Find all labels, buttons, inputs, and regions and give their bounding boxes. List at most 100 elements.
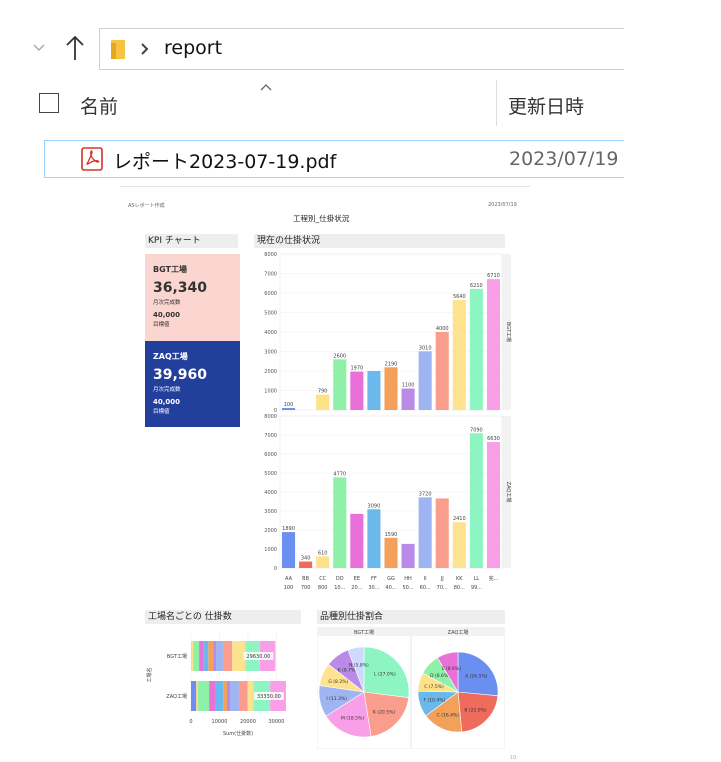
bar-segment (238, 681, 248, 711)
kpi-value-label: 月次完成数 (153, 300, 181, 306)
x-tick-label: KK (456, 576, 463, 582)
bar (486, 279, 500, 410)
address-bar[interactable]: report (99, 28, 624, 70)
bar-segment (209, 681, 216, 711)
y-axis-label: 工場名 (146, 667, 153, 682)
kpi-value: 39,960 (153, 367, 208, 383)
bar-segment (199, 641, 204, 671)
data-label: 6630 (487, 436, 500, 442)
recent-locations-chevron-icon[interactable] (32, 40, 46, 54)
x-tick-sublabel: 60... (420, 585, 432, 591)
data-label: 29630.00 (246, 654, 270, 660)
bar (469, 433, 483, 568)
data-label: 1890 (282, 526, 295, 532)
kpi-name: BGT工場 (153, 265, 187, 274)
y-tick-label: 5000 (264, 471, 277, 477)
x-tick-label: 20000 (240, 719, 256, 725)
data-label: 790 (318, 389, 328, 395)
column-divider[interactable] (496, 80, 497, 126)
bar-segment (191, 641, 194, 671)
data-label: 4770 (333, 471, 346, 477)
slice-label: C (16.4%) (437, 713, 460, 719)
data-label: 1590 (385, 532, 398, 538)
column-header-modified[interactable]: 更新日時 (508, 92, 584, 119)
y-tick-label: 3000 (264, 350, 277, 356)
kpi-target-label: 目標値 (153, 409, 170, 415)
main-section-title: 現在の仕掛状況 (254, 234, 505, 248)
x-tick-label: HH (404, 576, 412, 582)
file-row[interactable]: レポート2023-07-19.pdf 2023/07/19 (44, 140, 624, 178)
slice-label: L (27.0%) (374, 672, 396, 678)
slice-label: F (10.4%) (423, 698, 445, 704)
slice-label: G (8.2%) (328, 679, 348, 685)
x-tick-sublabel: 100 (284, 585, 294, 591)
bar-segment (213, 641, 216, 671)
y-tick-label: 7000 (264, 433, 277, 439)
kpi-target: 40,000 (153, 398, 181, 406)
bottom-left-section-title: 工場名ごとの 仕掛数 (145, 610, 301, 624)
slice-label: C (7.5%) (424, 684, 444, 690)
bar (384, 367, 398, 410)
bar (282, 532, 296, 568)
pdf-preview-thumbnail: ASレポート作成 2023/07/19 工程別_仕掛状況 KPI チャート 現在… (120, 186, 530, 762)
bar (418, 497, 432, 568)
kpi-card-zaq: ZAQ工場 39,960 月次完成数 40,000 目標値 (145, 341, 240, 427)
x-tick-label: 完... (489, 575, 499, 582)
y-tick-label: 8000 (264, 414, 277, 420)
y-tick-label: 3000 (264, 509, 277, 515)
select-all-checkbox[interactable] (39, 93, 59, 113)
bar-segment (230, 681, 239, 711)
x-tick-label: GG (387, 576, 395, 582)
kpi-target-label: 目標値 (153, 322, 170, 328)
x-tick-sublabel: 30... (368, 585, 380, 591)
data-label: 1970 (350, 366, 363, 372)
bar (350, 513, 364, 568)
wip-bar-chart: 0 1000 2000 3000 4000 5000 6000 7000 8000 BGT工場 10… (264, 252, 512, 591)
kpi-card-bgt: BGT工場 36,340 月次完成数 40,000 目標値 (145, 254, 240, 341)
kpi-target: 40,000 (153, 311, 181, 319)
facet-label: ZAQ工場 (448, 629, 469, 636)
bar-segment (215, 641, 223, 671)
kpi-name: ZAQ工場 (153, 352, 188, 361)
column-header-name[interactable]: 名前 (80, 92, 118, 119)
bar-segment (203, 641, 209, 671)
data-label: 2410 (453, 516, 466, 522)
bar (316, 394, 330, 410)
product-share-pie-chart: BGT工場 L (27.0%) K (20.5%) M (18.5%) I (11.3%… (317, 627, 505, 749)
facet-label: BGT工場 (354, 629, 374, 636)
kpi-value-label: 月次完成数 (153, 387, 181, 393)
x-tick-label: JJ (440, 576, 444, 582)
x-axis-label: Sum(仕掛数) (223, 730, 253, 737)
x-tick-label: 30000 (269, 719, 285, 725)
y-tick-label: ZAQ工場 (166, 693, 187, 700)
bar (418, 351, 432, 410)
bar-segment (195, 681, 197, 711)
bar (452, 522, 466, 568)
bar (282, 408, 296, 410)
preview-title: 工程別_仕掛状況 (293, 214, 350, 223)
bar (486, 442, 500, 568)
x-tick-label: LL (474, 576, 480, 582)
bottom-right-section-title: 品種別仕掛割合 (317, 610, 505, 624)
bar (452, 300, 466, 410)
preview-header-right: 2023/07/19 (488, 202, 517, 208)
x-tick-label: 10000 (212, 719, 228, 725)
x-tick-label: FF (371, 576, 377, 582)
y-tick-label: 1000 (264, 389, 277, 395)
data-label: 3090 (368, 503, 381, 509)
y-tick-label: 5000 (264, 311, 277, 317)
up-arrow-icon[interactable] (64, 34, 86, 62)
slice-label: I (11.3%) (326, 696, 347, 702)
bar-segment (227, 681, 231, 711)
x-tick-label: DD (336, 576, 344, 582)
file-modified-date: 2023/07/19 (509, 148, 619, 170)
chevron-right-icon[interactable] (140, 39, 150, 63)
breadcrumb-report[interactable]: report (164, 37, 222, 59)
facet-label: BGT工場 (505, 322, 512, 342)
kpi-section-title: KPI チャート (145, 234, 238, 248)
x-tick-label: EE (354, 576, 360, 582)
bar (367, 371, 381, 410)
bar (333, 477, 347, 568)
factory-wip-hbar-chart: 0 10000 20000 30000 Sum(仕掛数) 工場名 BGT工場 29630.00… (146, 631, 286, 737)
y-tick-label: 0 (274, 566, 277, 572)
